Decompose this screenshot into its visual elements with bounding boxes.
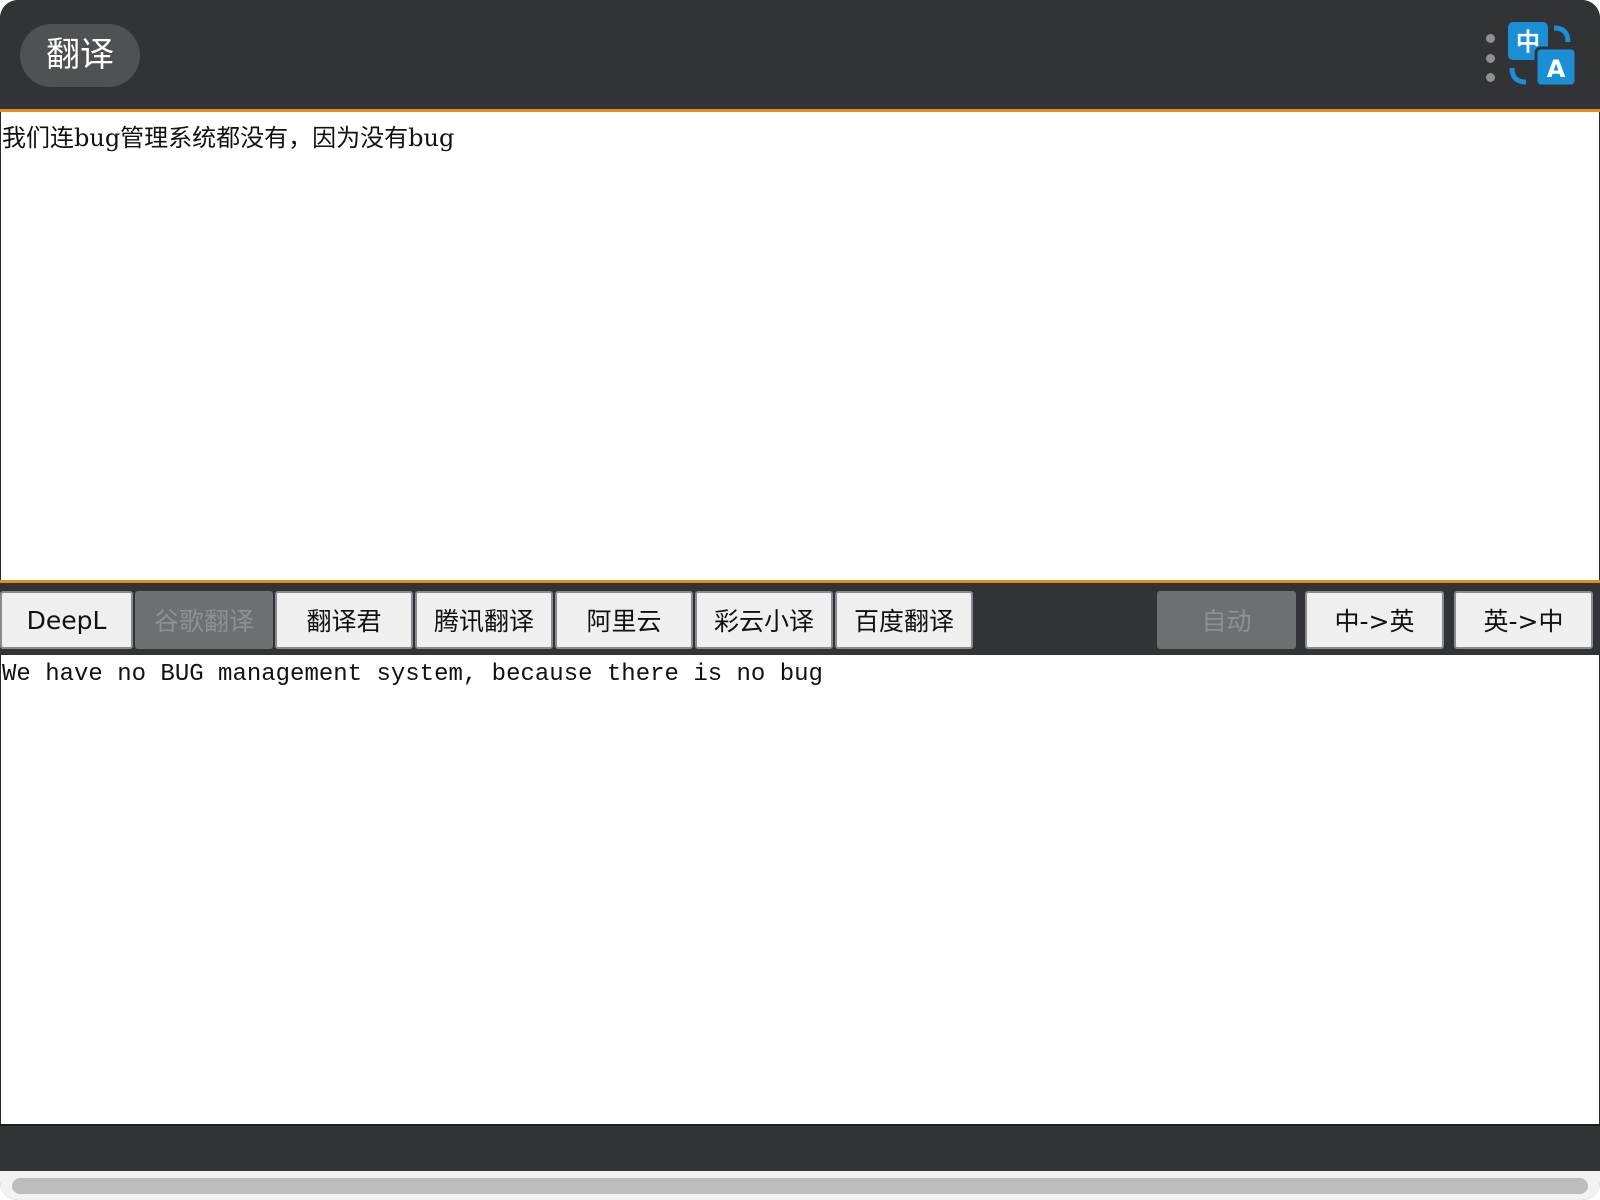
logo-glyph-en: A [1547,55,1566,83]
engine-button-aliyun[interactable]: 阿里云 [555,591,693,649]
engine-toolbar: DeepL 谷歌翻译 翻译君 腾讯翻译 阿里云 彩云小译 百度翻译 自动 中->… [0,580,1600,655]
direction-button-en-zh[interactable]: 英->中 [1454,591,1593,649]
translate-zh-a-icon[interactable]: 中 A [1508,22,1580,90]
engine-button-tencent[interactable]: 腾讯翻译 [415,591,553,649]
logo-glyph-zh: 中 [1516,28,1540,56]
horizontal-scrollbar[interactable] [0,1171,1600,1200]
source-text-area[interactable]: 我们连bug管理系统都没有，因为没有bug [0,112,1600,580]
direction-button-zh-en[interactable]: 中->英 [1305,591,1444,649]
translator-window: 翻译 中 A 我们连bug管理系统都没有，因为没有bug DeepL 谷歌翻译 … [0,0,1600,1200]
engine-button-google[interactable]: 谷歌翻译 [135,591,273,649]
engine-button-deepl[interactable]: DeepL [0,591,133,649]
scrollbar-thumb[interactable] [12,1178,1588,1194]
app-title: 翻译 [20,24,140,87]
result-text-area[interactable]: We have no BUG management system, becaus… [0,655,1600,1123]
footer-bar [0,1124,1600,1171]
engine-button-fanyijun[interactable]: 翻译君 [275,591,413,649]
kebab-menu-icon[interactable] [1483,34,1497,82]
direction-button-auto[interactable]: 自动 [1157,591,1296,649]
engine-button-baidu[interactable]: 百度翻译 [835,591,973,649]
engine-button-caiyun[interactable]: 彩云小译 [695,591,833,649]
title-bar: 翻译 中 A [0,0,1600,112]
